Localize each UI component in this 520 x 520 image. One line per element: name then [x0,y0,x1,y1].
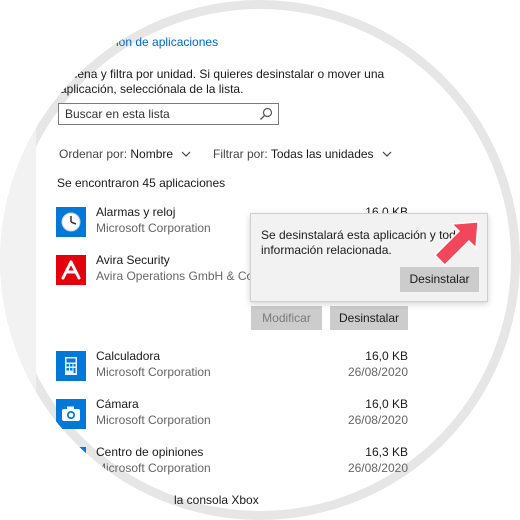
chevron-down-icon [382,151,392,157]
calculator-icon [56,351,86,381]
feedback-icon [56,447,86,477]
filter-label: Filtrar por: [213,147,268,161]
filter-dropdown[interactable]: Filtrar por: Todas las unidades [213,147,393,161]
app-list-item[interactable]: Cámara Microsoft Corporation 16,0 KB 26/… [56,397,416,437]
avira-icon [56,255,86,285]
app-name: Cámara [96,397,139,411]
app-publisher: Avira Operations GmbH & Co. K [96,269,268,283]
clock-icon [56,207,86,237]
uninstall-button[interactable]: Desinstalar [330,306,408,330]
app-name: Centro de opiniones [96,445,204,459]
camera-icon [56,399,86,429]
instructions-text: ordena y filtra por unidad. Si quieres d… [60,67,385,96]
pointer-arrow-icon [433,221,479,267]
sort-dropdown[interactable]: Ordenar por: Nombre [59,147,192,161]
chevron-down-icon [181,151,191,157]
app-install-date: 26/08/2020 [347,413,408,427]
app-name: Calculadora [96,349,161,363]
apps-count-text: Se encontraron 45 aplicaciones [57,176,226,190]
circular-frame: ión de aplicaciones ordena y filtra por … [0,0,520,520]
app-list-item[interactable]: la consola Xbox [96,493,456,520]
app-name: la consola Xbox [174,493,259,507]
app-publisher: Microsoft Corporation [96,221,211,235]
modify-button[interactable]: Modificar [251,306,322,330]
app-install-date: 26/08/2020 [347,461,408,475]
screenshot-stage: ión de aplicaciones ordena y filtra por … [0,0,520,520]
filter-value: Todas las unidades [270,147,374,161]
app-name: Alarmas y reloj [96,205,176,219]
sort-label: Ordenar por: [59,147,128,161]
app-publisher: Microsoft Corporation [96,413,211,427]
app-publisher: Microsoft Corporation [96,461,211,475]
app-list-item[interactable]: Centro de opiniones Microsoft Corporatio… [56,445,416,485]
app-name: Avira Security [96,253,170,267]
search-box[interactable] [58,103,279,125]
search-input[interactable] [65,106,255,122]
app-publisher: Microsoft Corporation [96,365,211,379]
confirm-uninstall-button[interactable]: Desinstalar [400,267,479,292]
apps-and-features-panel: ión de aplicaciones ordena y filtra por … [0,0,520,520]
app-execution-alias-link[interactable]: ión de aplicaciones [116,35,218,49]
app-size: 16,0 KB [365,397,408,411]
app-install-date: 26/08/2020 [347,365,408,379]
app-size: 16,0 KB [365,349,408,363]
sort-value: Nombre [130,147,174,161]
app-list-item[interactable]: Calculadora Microsoft Corporation 16,0 K… [56,349,416,389]
search-icon[interactable] [259,107,273,121]
app-size: 16,3 KB [365,445,408,459]
